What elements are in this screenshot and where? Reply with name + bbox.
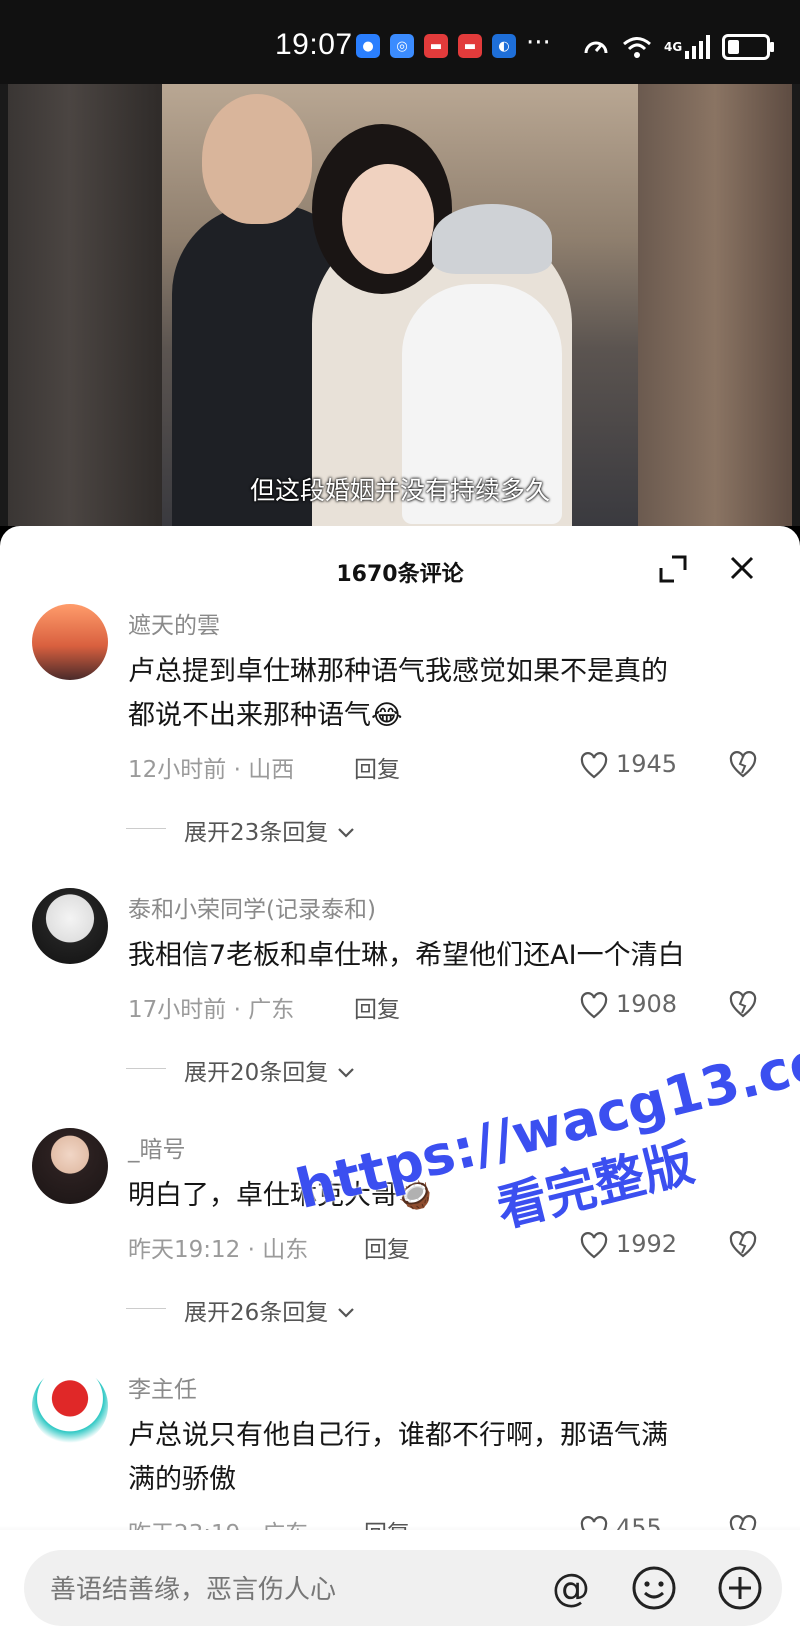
avatar[interactable] <box>32 604 108 680</box>
speedometer-icon <box>584 41 608 54</box>
signal-icon <box>685 35 711 59</box>
comment-text-line: 明白了，卓仕琳克大哥🥥 <box>128 1180 432 1211</box>
more-icon: ··· <box>526 28 551 58</box>
comment-time-location: 17小时前 · 广东 <box>128 997 295 1023</box>
system-icons: 4G <box>582 34 775 60</box>
comment-text: 卢总说只有他自己行，谁都不行啊，那语气满 满的骄傲 <box>128 1414 758 1502</box>
video-frame <box>162 84 638 526</box>
comment-text: 卢总提到卓仕琳那种语气我感觉如果不是真的 都说不出来那种语气😂 <box>128 650 758 738</box>
comments-sheet: 1670条评论 遮天的雲 卢总提到卓仕琳那种语气我感觉如果不是真的 都说不出来那… <box>0 526 800 1649</box>
divider-line <box>126 828 166 829</box>
comments-header: 1670条评论 <box>0 526 800 616</box>
comment-username[interactable]: 泰和小荣同学(记录泰和) <box>128 890 376 924</box>
dislike-icon[interactable] <box>728 750 758 780</box>
add-icon[interactable] <box>716 1564 764 1612</box>
dislike-icon[interactable] <box>728 1230 758 1260</box>
avatar[interactable] <box>32 1128 108 1204</box>
like-count: 1945 <box>616 750 678 778</box>
close-icon[interactable] <box>726 552 758 584</box>
huawei-icon: ▬ <box>424 34 448 58</box>
status-time: 19:07 <box>275 28 353 61</box>
chevron-down-icon <box>337 1068 354 1078</box>
heart-icon[interactable] <box>580 1232 608 1260</box>
wifi-icon <box>623 37 651 58</box>
video-person-woman-face <box>342 164 434 274</box>
battery-level <box>728 40 740 54</box>
video-child-cap <box>432 204 552 274</box>
avatar[interactable] <box>32 888 108 964</box>
comment-username[interactable]: 李主任 <box>128 1370 197 1404</box>
comment-text: 我相信7老板和卓仕琳，希望他们还AI一个清白 <box>128 934 758 978</box>
dislike-icon[interactable] <box>728 990 758 1020</box>
heart-icon[interactable] <box>580 752 608 780</box>
divider-line <box>126 1308 166 1309</box>
expand-replies-label: 展开26条回复 <box>184 1300 329 1326</box>
like-count: 1992 <box>616 1230 678 1258</box>
browser-icon: ◐ <box>492 34 516 58</box>
comment-text-line: 我相信7老板和卓仕琳，希望他们还AI一个清白 <box>128 940 685 971</box>
video-subtitle: 但这段婚姻并没有持续多久 <box>249 476 550 505</box>
emoji-icon[interactable] <box>630 1564 678 1612</box>
comment-text: 明白了，卓仕琳克大哥🥥 <box>128 1174 758 1218</box>
comment-input-placeholder[interactable]: 善语结善缘，恶言伤人心 <box>50 1569 336 1606</box>
chevron-down-icon <box>337 1308 354 1318</box>
comment-time-location: 12小时前 · 山西 <box>128 757 295 783</box>
chevron-down-icon <box>337 828 354 838</box>
comment-text-line: 卢总说只有他自己行，谁都不行啊，那语气满 <box>128 1420 668 1451</box>
video-person-man-head <box>202 94 312 224</box>
expand-replies-button[interactable]: 展开23条回复 <box>184 813 356 847</box>
video-blur-right <box>638 84 792 526</box>
comment-username[interactable]: 遮天的雲 <box>128 606 220 640</box>
notification-icons: ● ◎ ▬ ▬ ◐ <box>356 34 516 58</box>
huawei-icon: ▬ <box>458 34 482 58</box>
comment-text-line: 都说不出来那种语气😂 <box>128 700 403 731</box>
expand-replies-button[interactable]: 展开20条回复 <box>184 1053 356 1087</box>
video-player[interactable]: 但这段婚姻并没有持续多久 <box>0 84 800 526</box>
heart-icon[interactable] <box>580 992 608 1020</box>
like-count: 1908 <box>616 990 678 1018</box>
reply-button[interactable]: 回复 <box>354 750 400 784</box>
comment-input-bar: 善语结善缘，恶言伤人心 @ <box>0 1530 800 1649</box>
expand-icon[interactable] <box>658 554 688 584</box>
reply-button[interactable]: 回复 <box>364 1230 410 1264</box>
network-type: 4G <box>664 40 683 54</box>
comment-time-location: 昨天19:12 · 山东 <box>128 1237 309 1263</box>
expand-replies-label: 展开20条回复 <box>184 1060 329 1086</box>
status-bar: 19:07 ● ◎ ▬ ▬ ◐ ··· 4G <box>0 0 800 84</box>
battery-icon <box>722 34 775 60</box>
avatar[interactable] <box>32 1368 108 1444</box>
expand-replies-label: 展开23条回复 <box>184 820 329 846</box>
divider-line <box>126 1068 166 1069</box>
comment-username[interactable]: _暗号 <box>128 1130 186 1164</box>
hotspot-icon: ◎ <box>390 34 414 58</box>
expand-replies-button[interactable]: 展开26条回复 <box>184 1293 356 1327</box>
reply-button[interactable]: 回复 <box>354 990 400 1024</box>
mention-icon[interactable]: @ <box>552 1569 590 1607</box>
message-icon: ● <box>356 34 380 58</box>
comment-text-line: 满的骄傲 <box>128 1464 236 1495</box>
comment-text-line: 卢总提到卓仕琳那种语气我感觉如果不是真的 <box>128 656 668 687</box>
video-blur-left <box>8 84 162 526</box>
